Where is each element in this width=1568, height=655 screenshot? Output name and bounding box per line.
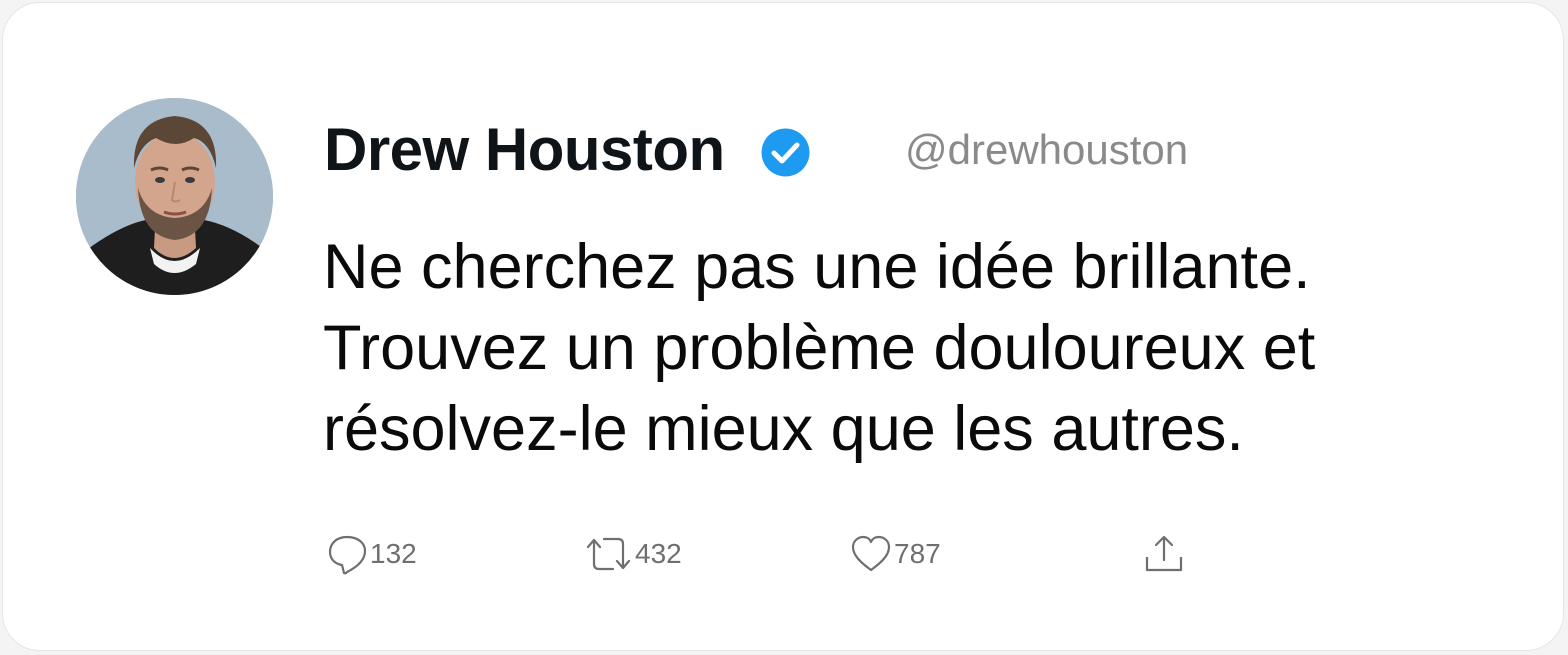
heart-icon xyxy=(851,535,891,572)
retweet-count: 432 xyxy=(635,538,682,569)
reply-icon xyxy=(328,535,367,575)
share-icon xyxy=(1145,535,1183,572)
avatar[interactable] xyxy=(76,98,273,295)
tweet-text: Ne cherchez pas une idée brillante. Trou… xyxy=(323,227,1523,470)
retweet-icon xyxy=(586,537,631,571)
reply-count: 132 xyxy=(370,538,417,569)
tweet-text-line: Ne cherchez pas une idée brillante. xyxy=(323,232,1311,302)
like-button[interactable]: 787 xyxy=(850,531,941,577)
tweet-card: Drew Houston @drewhouston Ne cherchez pa… xyxy=(2,2,1564,651)
share-button[interactable] xyxy=(1143,531,1185,577)
tweet-text-line: Trouvez un problème douloureux et xyxy=(323,313,1316,383)
author-handle[interactable]: @drewhouston xyxy=(905,125,1188,175)
verified-badge-icon xyxy=(761,128,810,177)
reply-button[interactable]: 132 xyxy=(328,531,417,577)
author-name[interactable]: Drew Houston xyxy=(324,115,725,185)
like-count: 787 xyxy=(894,538,941,569)
tweet-text-line: résolvez-le mieux que les autres. xyxy=(323,394,1244,464)
retweet-button[interactable]: 432 xyxy=(585,531,682,577)
